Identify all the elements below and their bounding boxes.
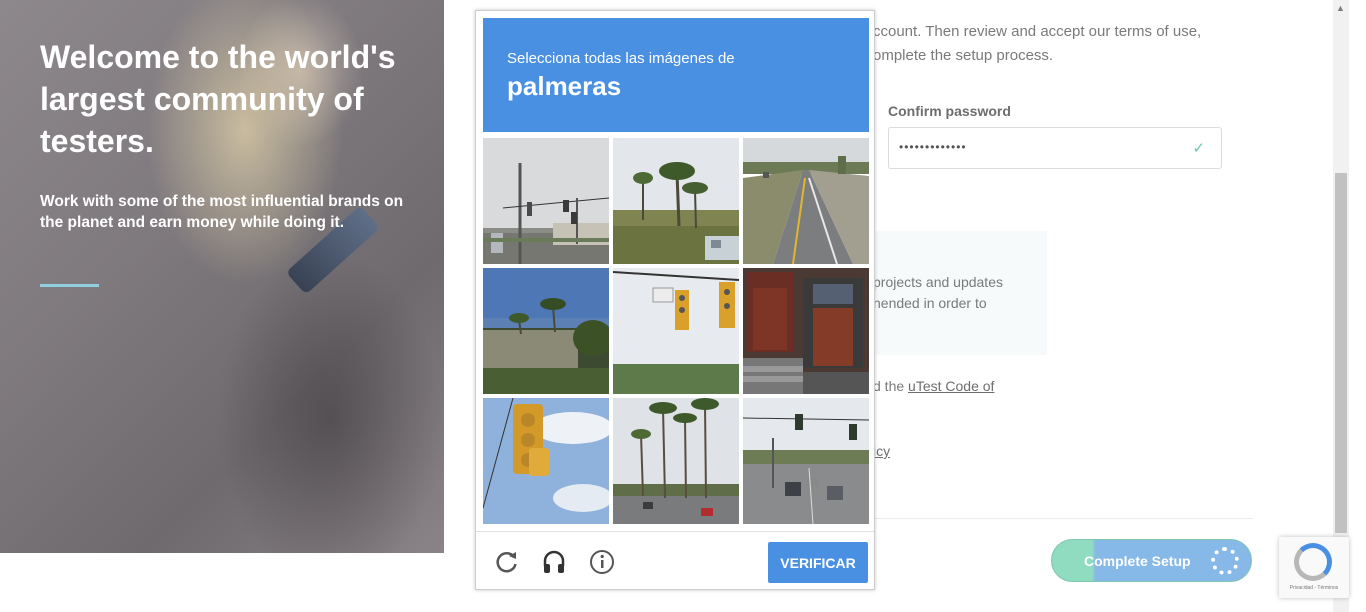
captcha-instruction: Selecciona todas las imágenes de [507,50,735,67]
check-icon: ✓ [1192,140,1205,157]
hero-title: Welcome to the world's largest community… [40,39,396,159]
tile-image-street-poles [483,138,609,264]
tile-image-traffic-lights [613,268,739,394]
captcha-tile-9[interactable] [743,398,869,524]
hero-subtitle: Work with some of the most influential b… [40,193,404,231]
form-intro-text: ccount. Then review and accept our terms… [873,23,1202,64]
recaptcha-terms: Privacidad - Términos [1289,585,1339,591]
privacy-policy-link[interactable]: icy [873,443,890,459]
captcha-tile-7[interactable] [483,398,609,524]
code-text-prefix: d the [873,378,909,394]
captcha-header: Selecciona todas las imágenes de palmera… [483,18,869,132]
captcha-tile-1[interactable] [483,138,609,264]
tile-image-building [743,268,869,394]
scrollbar-thumb[interactable] [1335,173,1347,533]
reload-icon[interactable] [494,549,520,575]
confirm-password-value: ••••••••••••• [899,140,967,154]
form-divider [873,518,1253,519]
recaptcha-badge[interactable]: Privacidad - Términos [1279,537,1349,598]
scroll-up-arrow-icon[interactable]: ▲ [1336,3,1345,13]
hero-accent-rule [40,284,99,287]
captcha-image-grid [483,138,870,525]
info-text: projects and updates nended in order to [873,274,1003,311]
page: Welcome to the world's largest community… [0,0,1366,612]
code-of-conduct-link[interactable]: uTest Code of [908,378,994,394]
verify-button[interactable]: VERIFICAR [768,542,868,583]
complete-setup-label: Complete Setup [1084,553,1191,569]
captcha-tile-4[interactable] [483,268,609,394]
captcha-tile-2[interactable] [613,138,739,264]
hero-panel: Welcome to the world's largest community… [0,0,444,553]
tile-image-palms-wall [483,268,609,394]
captcha-target-object: palmeras [507,71,622,101]
tile-image-palm-street [613,398,739,524]
captcha-tile-6[interactable] [743,268,869,394]
captcha-tile-8[interactable] [613,398,739,524]
captcha-tile-3[interactable] [743,138,869,264]
captcha-tile-5[interactable] [613,268,739,394]
info-icon[interactable] [589,549,615,575]
complete-setup-button[interactable]: Complete Setup [1051,539,1252,582]
captcha-footer: VERIFICAR [476,531,874,589]
confirm-password-field[interactable]: ••••••••••••• ✓ [888,127,1222,169]
recaptcha-logo-icon [1294,543,1332,581]
captcha-dialog: Selecciona todas las imágenes de palmera… [475,10,875,590]
code-of-conduct-text: d the uTest Code of [873,378,994,394]
tile-image-palms [613,138,739,264]
confirm-password-label: Confirm password [888,103,1011,119]
tile-image-road [743,138,869,264]
tile-image-traffic-light-close [483,398,609,524]
tile-image-intersection [743,398,869,524]
headphones-icon[interactable] [541,549,567,575]
loading-spinner-icon [1211,547,1239,575]
